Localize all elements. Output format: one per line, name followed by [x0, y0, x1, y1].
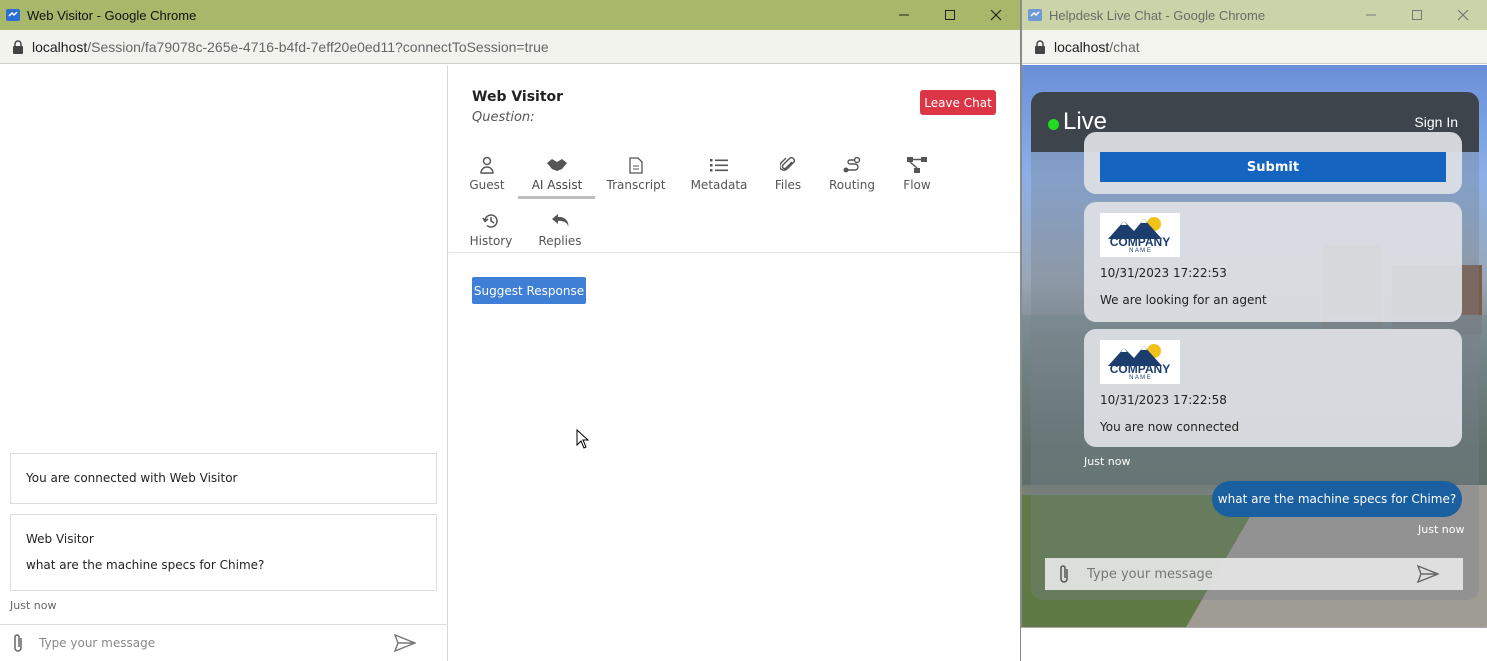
person-icon [480, 156, 494, 174]
paperclip-icon [780, 157, 795, 171]
document-icon [629, 156, 643, 174]
message-text: You are now connected [1100, 420, 1240, 434]
form-message: Submit [1084, 132, 1462, 194]
tab-guest[interactable]: Guest [449, 150, 525, 198]
minimize-button[interactable] [881, 0, 927, 30]
chrome-app-icon [6, 9, 20, 21]
logo-text: COMPANY [1109, 362, 1171, 376]
close-button[interactable] [973, 0, 1019, 30]
system-message: You are connected with Web Visitor [10, 453, 437, 504]
message-timestamp: Just now [10, 599, 57, 612]
url-host: localhost [32, 38, 88, 55]
tab-label: Guest [469, 178, 505, 192]
title-bar: Web Visitor - Google Chrome [0, 0, 1020, 30]
url-path: /Session/fa79078c-265e-4716-b4fd-7eff20e… [87, 38, 549, 55]
tab-label: Transcript [606, 178, 666, 192]
lock-icon [1035, 39, 1045, 54]
agent-chat-pane: You are connected with Web Visitor Web V… [0, 65, 448, 661]
tab-label: Replies [538, 234, 582, 248]
mouse-cursor-icon [576, 429, 590, 449]
message-datetime: 10/31/2023 17:22:58 [1100, 393, 1227, 407]
maximize-icon [945, 10, 955, 20]
tab-label: Flow [903, 178, 931, 192]
visitor-message: Web Visitor what are the machine specs f… [10, 514, 437, 591]
message-composer: Type your message [0, 624, 448, 661]
tab-transcript[interactable]: Transcript [598, 150, 674, 198]
close-icon [990, 9, 1002, 21]
window-title: Helpdesk Live Chat - Google Chrome [1049, 7, 1266, 23]
visitor-details-panel: Web Visitor Question: Leave Chat Guest A… [449, 65, 1020, 661]
close-icon [1457, 9, 1469, 21]
history-icon [482, 214, 498, 228]
reply-icon [552, 214, 569, 227]
maximize-button[interactable] [1394, 0, 1440, 30]
tab-history[interactable]: History [453, 206, 529, 254]
company-logo: COMPANY N A M E [1100, 213, 1180, 257]
sign-in-link[interactable]: Sign In [1414, 114, 1458, 130]
tab-ai-assist[interactable]: AI Assist [519, 150, 595, 198]
paperclip-icon[interactable] [1057, 563, 1071, 585]
logo-subtext: N A M E [1129, 248, 1151, 254]
send-icon[interactable] [394, 634, 416, 652]
url-host: localhost [1054, 38, 1110, 55]
address-bar[interactable]: localhost/chat [1022, 30, 1487, 64]
submit-button[interactable]: Submit [1100, 152, 1446, 182]
tab-metadata[interactable]: Metadata [681, 150, 757, 198]
web-visitor-window: Web Visitor - Google Chrome localhost/Se… [0, 0, 1021, 661]
background-photo: Live Sign In Submit COMPANY N A M E 10/3 [1022, 65, 1487, 627]
panel-visitor-name: Web Visitor [472, 89, 564, 105]
window-title: Web Visitor - Google Chrome [27, 7, 197, 23]
address-bar[interactable]: localhost/Session/fa79078c-265e-4716-b4f… [0, 30, 1020, 64]
tab-label: AI Assist [531, 178, 583, 192]
minimize-button[interactable] [1348, 0, 1394, 30]
flow-icon [907, 157, 927, 173]
title-bar: Helpdesk Live Chat - Google Chrome [1022, 0, 1487, 30]
chrome-app-icon [1028, 9, 1042, 21]
tab-flow[interactable]: Flow [879, 150, 955, 198]
tabs-divider [449, 252, 1020, 253]
visitor-message-text: what are the machine specs for Chime? [26, 558, 265, 572]
route-icon [843, 157, 861, 173]
live-status-dot [1048, 119, 1059, 130]
logo-subtext: N A M E [1129, 375, 1151, 381]
lock-icon [13, 39, 23, 54]
agent-message: COMPANY N A M E 10/31/2023 17:22:53 We a… [1084, 202, 1462, 322]
tab-label: Metadata [690, 178, 748, 192]
message-text: We are looking for an agent [1100, 293, 1267, 307]
suggest-response-button[interactable]: Suggest Response [472, 277, 586, 304]
company-logo: COMPANY N A M E [1100, 340, 1180, 384]
question-label: Question: [472, 110, 535, 125]
message-input[interactable]: Type your message [39, 636, 394, 650]
agent-message: COMPANY N A M E 10/31/2023 17:22:58 You … [1084, 329, 1462, 447]
widget-composer: Type your message [1045, 558, 1463, 590]
helpdesk-live-chat-window: Helpdesk Live Chat - Google Chrome local… [1021, 0, 1487, 628]
tab-replies[interactable]: Replies [522, 206, 598, 254]
user-message-timestamp: Just now [1418, 523, 1465, 536]
minimize-icon [899, 14, 909, 16]
tab-label: History [469, 234, 513, 248]
paperclip-icon[interactable] [11, 632, 25, 654]
handshake-icon [547, 159, 567, 171]
list-icon [710, 159, 728, 172]
leave-chat-button[interactable]: Leave Chat [920, 90, 996, 115]
system-message-text: You are connected with Web Visitor [26, 471, 238, 485]
user-message: what are the machine specs for Chime? [1212, 481, 1462, 517]
url-path: /chat [1109, 38, 1140, 55]
logo-text: COMPANY [1109, 235, 1171, 249]
close-button[interactable] [1440, 0, 1486, 30]
agent-message-timestamp: Just now [1084, 455, 1131, 468]
minimize-icon [1366, 14, 1376, 16]
send-icon[interactable] [1417, 565, 1439, 583]
maximize-icon [1412, 10, 1422, 20]
maximize-button[interactable] [927, 0, 973, 30]
visitor-message-sender: Web Visitor [26, 532, 94, 546]
message-datetime: 10/31/2023 17:22:53 [1100, 266, 1227, 280]
active-tab-indicator [518, 196, 595, 199]
live-chat-widget: Live Sign In Submit COMPANY N A M E 10/3 [1031, 92, 1479, 600]
widget-message-input[interactable]: Type your message [1087, 567, 1417, 582]
